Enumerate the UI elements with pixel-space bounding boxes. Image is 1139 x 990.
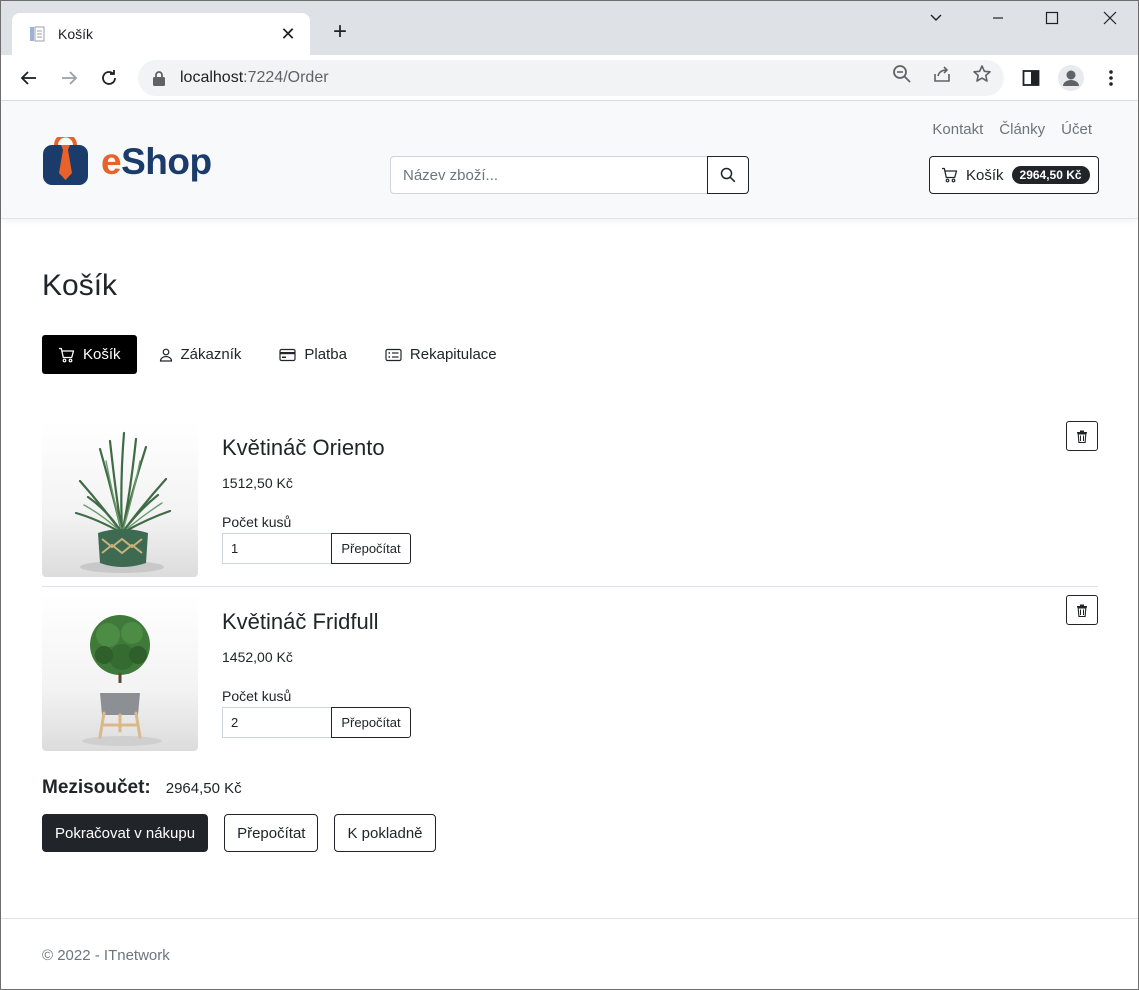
reload-icon[interactable] — [94, 63, 124, 93]
browser-toolbar: localhost:7224/Order — [1, 55, 1138, 101]
new-tab-icon[interactable]: + — [327, 20, 353, 46]
search-bar — [390, 156, 749, 194]
site-header: eShop Kontakt Články Účet Košík 2964,50 … — [1, 101, 1138, 219]
address-bar[interactable]: localhost:7224/Order — [138, 60, 1004, 96]
side-panel-icon[interactable] — [1016, 63, 1046, 93]
search-icon — [720, 167, 736, 183]
profile-avatar-icon[interactable] — [1056, 63, 1086, 93]
cart-total-badge: 2964,50 Kč — [1011, 166, 1090, 184]
search-input[interactable] — [390, 156, 708, 194]
link-ucet[interactable]: Účet — [1061, 121, 1092, 138]
step-rekapitulace[interactable]: Rekapitulace — [369, 335, 513, 374]
shop-bag-tie-icon — [43, 137, 88, 185]
share-icon[interactable] — [931, 63, 953, 85]
step-kosik[interactable]: Košík — [42, 335, 137, 374]
quantity-label: Počet kusů — [222, 688, 292, 704]
checkout-button[interactable]: K pokladně — [334, 814, 436, 852]
checkout-steps: Košík Zákazník Platba Rekapitulace — [42, 335, 519, 374]
header-cart-label: Košík — [966, 166, 1004, 184]
link-clanky[interactable]: Články — [999, 121, 1045, 138]
plant-boxwood-image — [82, 615, 162, 746]
item-divider — [42, 586, 1098, 587]
top-links: Kontakt Články Účet — [932, 121, 1092, 138]
menu-kebab-icon[interactable] — [1096, 63, 1126, 93]
logo-text-shop: Shop — [121, 140, 212, 182]
bookmark-star-icon[interactable] — [971, 63, 993, 85]
browser-tab[interactable]: Košík ✕ — [12, 13, 310, 55]
step-label: Rekapitulace — [409, 346, 497, 363]
url-path: :7224/Order — [243, 69, 329, 86]
continue-shopping-button[interactable]: Pokračovat v nákupu — [42, 814, 209, 852]
back-arrow-icon[interactable] — [14, 63, 44, 93]
logo-text-e: e — [101, 140, 122, 182]
product-price: 1512,50 Kč — [222, 475, 293, 491]
plant-agave-image — [74, 431, 172, 573]
maximize-icon[interactable] — [1029, 9, 1075, 33]
forward-arrow-icon[interactable] — [54, 63, 84, 93]
document-icon — [30, 26, 45, 42]
item-recalculate-button[interactable]: Přepočítat — [331, 533, 411, 564]
window-close-icon[interactable] — [1087, 9, 1133, 33]
cart-item: Květináč Oriento 1512,50 Kč Počet kusů P… — [42, 421, 1098, 585]
browser-tabstrip: Košík ✕ + — [1, 1, 1138, 55]
product-price: 1452,00 Kč — [222, 649, 293, 665]
link-kontakt[interactable]: Kontakt — [932, 121, 983, 138]
product-image[interactable] — [42, 595, 198, 751]
step-label: Košík — [83, 346, 121, 363]
product-image[interactable] — [42, 421, 198, 577]
subtotal-value: 2964,50 Kč — [165, 780, 242, 797]
tab-title: Košík — [58, 26, 94, 42]
chevron-down-icon[interactable] — [913, 9, 959, 33]
trash-icon — [1077, 604, 1087, 617]
eshop-logo[interactable]: eShop — [42, 137, 212, 186]
cart-item: Květináč Fridfull 1452,00 Kč Počet kusů … — [42, 595, 1098, 759]
header-cart-button[interactable]: Košík 2964,50 Kč — [929, 156, 1099, 194]
footer-copyright: © 2022 - ITnetwork — [42, 947, 170, 964]
product-name[interactable]: Květináč Oriento — [222, 435, 385, 461]
minimize-icon[interactable] — [975, 9, 1021, 33]
footer-divider — [1, 918, 1138, 919]
step-zakaznik[interactable]: Zákazník — [143, 335, 258, 374]
cart-icon — [59, 347, 75, 362]
quantity-label: Počet kusů — [222, 514, 292, 530]
trash-icon — [1077, 430, 1087, 443]
quantity-input[interactable] — [222, 533, 332, 564]
person-icon — [159, 348, 172, 362]
remove-item-button[interactable] — [1066, 595, 1098, 625]
subtotal-label: Mezisoučet: — [42, 777, 151, 798]
recalculate-button[interactable]: Přepočítat — [224, 814, 319, 852]
page-title: Košík — [42, 269, 118, 302]
step-label: Zákazník — [180, 346, 242, 363]
item-recalculate-button[interactable]: Přepočítat — [331, 707, 411, 738]
quantity-input[interactable] — [222, 707, 332, 738]
zoom-icon[interactable] — [891, 63, 913, 85]
product-name[interactable]: Květináč Fridfull — [222, 609, 379, 635]
search-button[interactable] — [707, 156, 749, 194]
subtotal: Mezisoučet: 2964,50 Kč — [42, 777, 242, 799]
url-host: localhost — [180, 69, 244, 86]
card-list-icon — [385, 348, 402, 361]
cart-actions: Pokračovat v nákupu Přepočítat K pokladn… — [42, 814, 436, 852]
credit-card-icon — [279, 348, 296, 361]
close-icon[interactable]: ✕ — [278, 24, 298, 44]
logo-text: eShop — [101, 141, 212, 183]
step-label: Platba — [304, 346, 347, 363]
cart-icon — [942, 167, 958, 183]
lock-icon — [153, 71, 165, 86]
step-platba[interactable]: Platba — [263, 335, 363, 374]
remove-item-button[interactable] — [1066, 421, 1098, 451]
